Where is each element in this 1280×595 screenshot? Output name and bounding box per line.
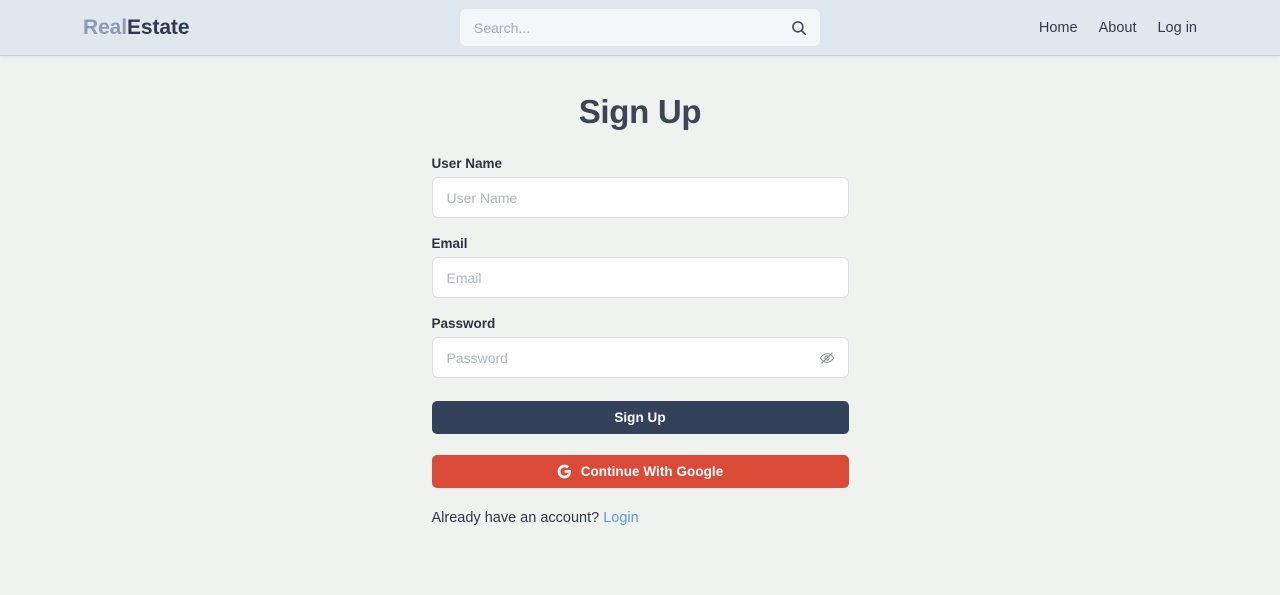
field-label-email: Email	[431, 236, 468, 251]
password-input-wrapper[interactable]	[431, 337, 849, 378]
field-label-username: User Name	[431, 156, 503, 171]
page-content: Sign Up User Name Email Password	[0, 55, 1280, 526]
google-g-icon	[557, 464, 571, 479]
login-link[interactable]: Login	[603, 510, 638, 526]
continue-with-google-button[interactable]: Continue With Google	[431, 455, 849, 488]
password-visibility-toggle[interactable]	[812, 338, 842, 377]
main-nav: Home About Log in	[1039, 20, 1197, 36]
signup-submit-label: Sign Up	[614, 410, 666, 425]
login-prompt-text: Already have an account?	[431, 510, 600, 526]
field-email: Email	[431, 236, 849, 298]
search-bar[interactable]	[459, 8, 821, 47]
username-input-wrapper[interactable]	[431, 177, 849, 218]
eye-slash-icon	[819, 351, 834, 364]
brand-logo-second: Estate	[126, 15, 190, 39]
field-label-password: Password	[431, 316, 496, 331]
nav-link-home[interactable]: Home	[1039, 20, 1078, 36]
email-input[interactable]	[432, 258, 848, 297]
search-icon[interactable]	[790, 19, 808, 37]
nav-link-login[interactable]: Log in	[1157, 20, 1197, 36]
brand-logo[interactable]: RealEstate	[83, 15, 190, 40]
brand-logo-first: Real	[83, 15, 127, 39]
field-username: User Name	[431, 156, 849, 218]
login-prompt: Already have an account? Login	[432, 510, 849, 526]
signup-form: Sign Up User Name Email Password	[431, 93, 849, 526]
nav-link-about[interactable]: About	[1099, 20, 1137, 36]
password-input[interactable]	[432, 338, 812, 377]
email-input-wrapper[interactable]	[431, 257, 849, 298]
continue-with-google-label: Continue With Google	[580, 464, 724, 479]
site-header: RealEstate Home About Log in	[0, 0, 1280, 55]
field-password: Password	[431, 316, 849, 378]
username-input[interactable]	[432, 178, 848, 217]
search-input[interactable]	[474, 9, 790, 46]
page-title: Sign Up	[578, 93, 702, 130]
signup-submit-button[interactable]: Sign Up	[431, 401, 849, 434]
